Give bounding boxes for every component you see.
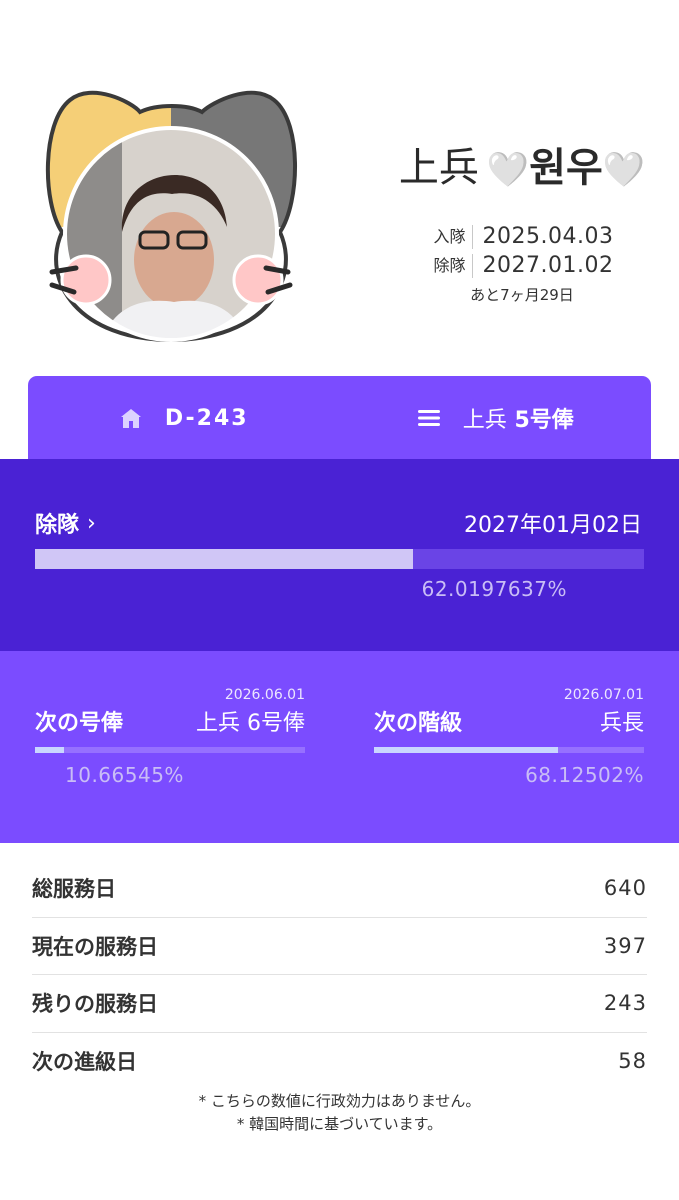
- next-pay-progress-bar: [35, 747, 305, 753]
- discharge-label: 除隊: [431, 253, 473, 278]
- profile-info: 上兵 🤍원우🤍 入隊 2025.04.03 除隊 2027.01.02 あと7ヶ月…: [372, 138, 672, 305]
- heart-icon: 🤍: [602, 150, 646, 191]
- stat-row-current: 現在の服務日 397: [32, 918, 647, 975]
- stats-list: 総服務日 640 現在の服務日 397 残りの服務日 243 次の進級日 58: [32, 860, 647, 1090]
- next-panel: 次の号俸 2026.06.01 上兵 6号俸 10.66545% 次の階級 20…: [0, 651, 679, 843]
- service-dates: 入隊 2025.04.03 除隊 2027.01.02: [431, 222, 614, 280]
- chevron-right-icon: ›: [87, 510, 96, 536]
- next-rank-title: 次の階級: [374, 711, 463, 736]
- footnote: * 韓国時間に基づいています。: [236, 1115, 443, 1133]
- next-rank-progress-bar: [374, 747, 644, 753]
- tab-bar: D-243 上兵 5号俸: [28, 376, 651, 460]
- discharge-progress-fill: [35, 549, 413, 569]
- next-rank-value: 兵長: [599, 711, 644, 736]
- discharge-percent: 62.0197637%: [421, 577, 567, 601]
- tab-pay-grade[interactable]: 上兵 5号俸: [340, 376, 652, 460]
- profile-avatar: [22, 82, 320, 346]
- next-pay-value: 上兵 6号俸: [196, 711, 305, 736]
- tab-pay-rank: 上兵: [462, 408, 507, 433]
- menu-icon: [417, 408, 441, 428]
- home-icon: [119, 407, 143, 429]
- discharge-link[interactable]: 除隊 ›: [35, 507, 96, 539]
- next-rank-percent: 68.12502%: [525, 763, 644, 787]
- stat-value: 640: [603, 876, 647, 901]
- remaining-time: あと7ヶ月29日: [470, 286, 574, 304]
- next-pay-section: 次の号俸 2026.06.01 上兵 6号俸 10.66545%: [35, 651, 305, 843]
- next-rank-date: 2026.07.01: [563, 687, 644, 703]
- next-pay-title: 次の号俸: [35, 711, 124, 736]
- right-cheek: [232, 254, 284, 306]
- discharge-date: 2027.01.02: [482, 253, 614, 278]
- stat-row-next-promotion: 次の進級日 58: [32, 1033, 647, 1091]
- stat-value: 243: [603, 991, 647, 1016]
- discharge-row: 除隊 2027.01.02: [431, 251, 614, 280]
- enlist-date: 2025.04.03: [482, 224, 614, 249]
- next-pay-percent: 10.66545%: [65, 763, 184, 787]
- cat-frame-avatar: [45, 90, 298, 343]
- discharge-title: 除隊: [35, 513, 80, 538]
- heart-icon: 🤍: [486, 150, 530, 191]
- profile-rank: 上兵: [398, 145, 479, 191]
- stat-label: 現在の服務日: [32, 934, 158, 959]
- profile-nickname: 원우: [529, 145, 603, 191]
- footnote: * こちらの数値に行政効力はありません。: [198, 1092, 481, 1110]
- next-rank-section: 次の階級 2026.07.01 兵長 68.12502%: [374, 651, 644, 843]
- stat-row-total: 総服務日 640: [32, 860, 647, 918]
- enlist-row: 入隊 2025.04.03: [431, 222, 614, 251]
- stat-label: 次の進級日: [32, 1050, 137, 1075]
- profile-name: 上兵 🤍원우🤍: [372, 138, 672, 200]
- tab-pay-grade-label: 5号俸: [514, 408, 574, 433]
- left-cheek: [60, 254, 112, 306]
- enlist-label: 入隊: [431, 224, 473, 249]
- stat-value: 58: [618, 1049, 647, 1074]
- stat-row-remaining: 残りの服務日 243: [32, 975, 647, 1033]
- next-rank-progress-fill: [374, 747, 558, 753]
- tab-dday-label: D-243: [164, 405, 249, 431]
- tab-dday[interactable]: D-243: [28, 376, 340, 460]
- discharge-progress-bar: [35, 549, 644, 569]
- stat-value: 397: [603, 933, 647, 958]
- discharge-full-date: 2027年01月02日: [464, 513, 642, 538]
- stat-label: 総服務日: [32, 877, 116, 902]
- footnotes: * こちらの数値に行政効力はありません。 * 韓国時間に基づいています。: [0, 1090, 679, 1136]
- next-pay-progress-fill: [35, 747, 64, 753]
- next-pay-date: 2026.06.01: [224, 687, 305, 703]
- stat-label: 残りの服務日: [32, 992, 158, 1017]
